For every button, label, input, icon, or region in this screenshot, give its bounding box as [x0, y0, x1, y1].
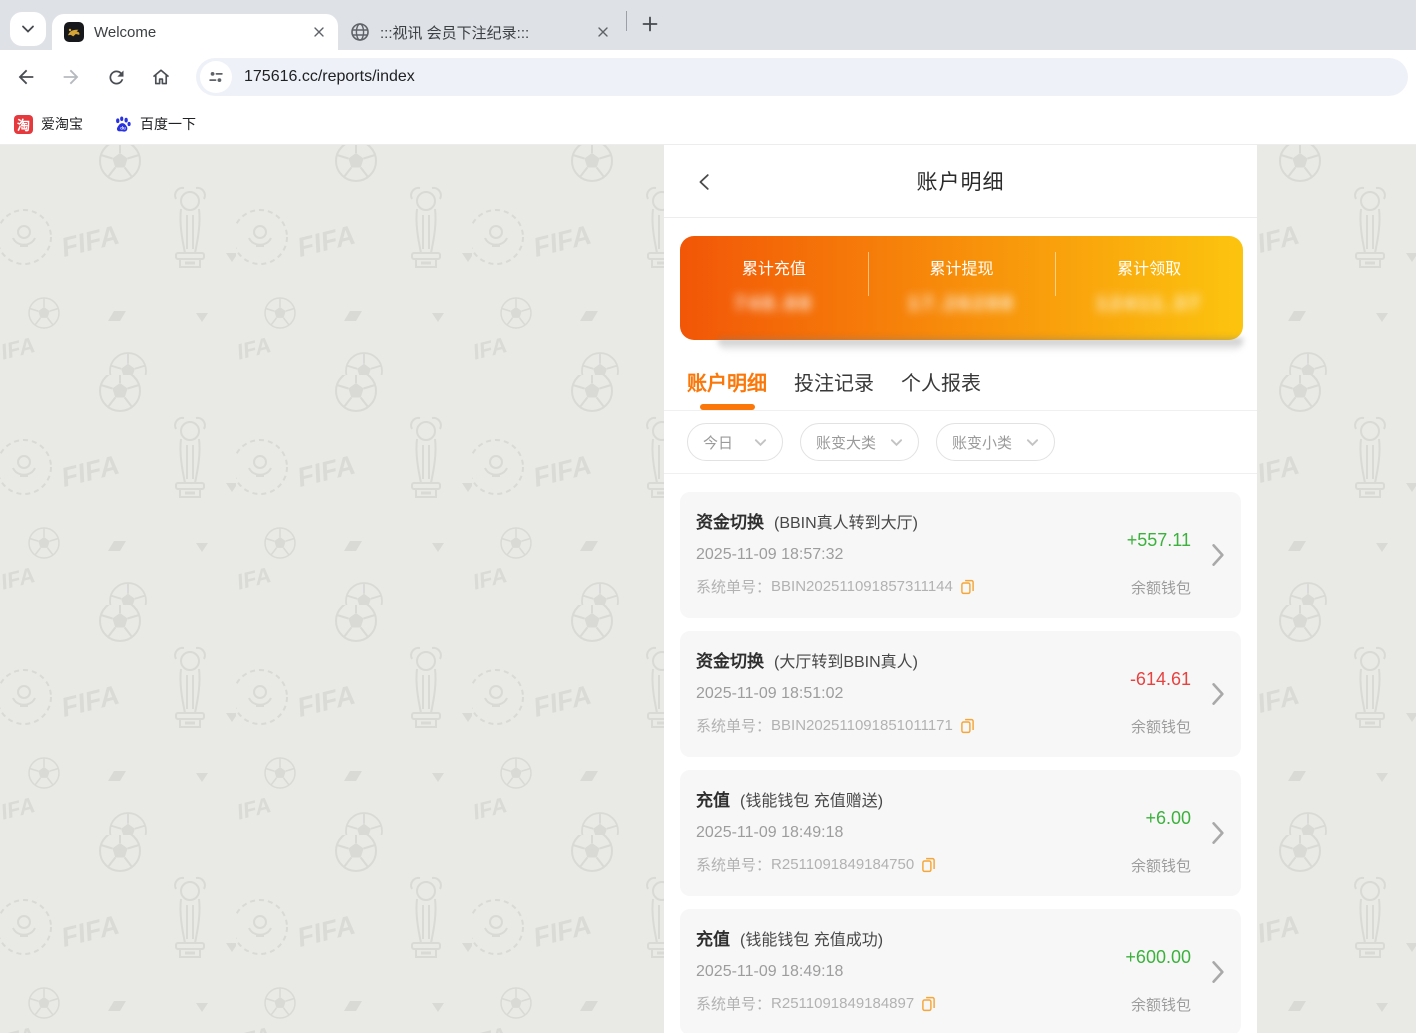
- back-button-panel[interactable]: [692, 169, 718, 195]
- chevron-right-icon: [1211, 542, 1225, 568]
- tab-bet-records[interactable]: 投注记录: [794, 367, 874, 410]
- copy-icon[interactable]: [960, 718, 975, 734]
- chevron-down-icon: [1026, 438, 1039, 447]
- page-stage: FIFA: [0, 145, 1416, 1033]
- home-icon: [150, 66, 172, 88]
- order-number: BBIN202511091851011171: [771, 717, 953, 734]
- filter-major-category-dropdown[interactable]: 账变大类: [800, 423, 919, 461]
- bookmarks-bar: 淘 爱淘宝 du 百度一下: [0, 104, 1416, 145]
- globe-icon: [350, 22, 370, 42]
- plus-icon: [642, 16, 658, 32]
- record-detail: (钱能钱包 充值赠送): [740, 793, 883, 810]
- baidu-paw-icon: du: [113, 115, 132, 134]
- site-favicon-gold-emblem: [64, 22, 84, 42]
- summary-card: 累计充值 748.88 累计提现 17.26288 累计领取 12411.37: [680, 236, 1243, 340]
- filter-date-dropdown[interactable]: 今日: [687, 423, 783, 461]
- panel-header: 账户明细: [664, 145, 1257, 218]
- tab-title: :::视讯 会员下注纪录:::: [380, 22, 584, 43]
- chevron-down-icon: [21, 22, 35, 36]
- page-title: 账户明细: [917, 166, 1005, 196]
- tab-welcome[interactable]: Welcome: [52, 14, 338, 50]
- order-label: 系统单号：: [696, 576, 771, 597]
- order-label: 系统单号：: [696, 993, 771, 1014]
- record-detail: (大厅转到BBIN真人): [774, 654, 918, 671]
- record-type: 充值: [696, 930, 730, 949]
- close-tab-icon[interactable]: [594, 23, 612, 41]
- tab-account-detail[interactable]: 账户明细: [687, 367, 767, 410]
- browser-chrome: Welcome :::视讯 会员下注纪录:::: [0, 0, 1416, 145]
- site-settings-icon[interactable]: [200, 61, 232, 93]
- tab-separator: [626, 11, 627, 31]
- record-amount: +600.00: [1125, 947, 1191, 968]
- home-button[interactable]: [141, 57, 181, 97]
- summary-total-deposit: 累计充值 748.88: [680, 236, 868, 340]
- order-label: 系统单号：: [696, 854, 771, 875]
- tab-betting-records[interactable]: :::视讯 会员下注纪录:::: [338, 14, 622, 50]
- masked-value: 17.26288: [908, 293, 1015, 316]
- chevron-right-icon: [1211, 959, 1225, 985]
- record-type: 资金切换: [696, 652, 764, 671]
- record-amount: +557.11: [1127, 530, 1191, 551]
- record-type: 充值: [696, 791, 730, 810]
- record-wallet: 余额钱包: [1125, 994, 1191, 1015]
- masked-value: 12411.37: [1096, 293, 1202, 316]
- record-wallet: 余额钱包: [1131, 855, 1191, 876]
- order-number: R2511091849184750: [771, 856, 914, 873]
- chevron-right-icon: [1211, 820, 1225, 846]
- section-tabs: 账户明细 投注记录 个人报表: [664, 351, 1257, 410]
- chevron-down-icon: [754, 438, 767, 447]
- summary-total-claimed: 累计领取 12411.37: [1055, 236, 1243, 340]
- record-type: 资金切换: [696, 513, 764, 532]
- back-arrow-icon: [15, 66, 37, 88]
- tab-search-button[interactable]: [10, 12, 46, 46]
- record-detail: (BBIN真人转到大厅): [774, 515, 918, 532]
- copy-icon[interactable]: [960, 579, 975, 595]
- transaction-item[interactable]: 资金切换(BBIN真人转到大厅) 2025-11-09 18:57:32 系统单…: [680, 492, 1241, 618]
- reload-button[interactable]: [96, 57, 136, 97]
- reload-icon: [106, 67, 127, 88]
- account-detail-panel: 账户明细 累计充值 748.88 累计提现 17.26288 累计领取 1241…: [664, 145, 1257, 1033]
- bookmark-taobao[interactable]: 淘 爱淘宝: [14, 114, 83, 134]
- transaction-item[interactable]: 充值(钱能钱包 充值成功) 2025-11-09 18:49:18 系统单号：R…: [680, 909, 1241, 1033]
- filter-minor-category-dropdown[interactable]: 账变小类: [936, 423, 1055, 461]
- masked-value: 748.88: [734, 293, 813, 316]
- bookmark-baidu[interactable]: du 百度一下: [113, 114, 196, 134]
- taobao-icon: 淘: [14, 115, 33, 134]
- copy-icon[interactable]: [921, 857, 936, 873]
- order-number: BBIN202511091857311144: [771, 578, 953, 595]
- close-tab-icon[interactable]: [310, 23, 328, 41]
- record-amount: +6.00: [1131, 808, 1191, 829]
- tab-title: Welcome: [94, 24, 300, 41]
- record-wallet: 余额钱包: [1127, 577, 1191, 598]
- svg-text:du: du: [120, 125, 126, 130]
- active-tab-underline: [700, 404, 755, 410]
- transaction-list: 资金切换(BBIN真人转到大厅) 2025-11-09 18:57:32 系统单…: [664, 474, 1257, 1033]
- record-wallet: 余额钱包: [1130, 716, 1191, 737]
- summary-total-withdraw: 累计提现 17.26288: [868, 236, 1056, 340]
- tab-personal-report[interactable]: 个人报表: [901, 367, 981, 410]
- tab-strip: Welcome :::视讯 会员下注纪录:::: [0, 0, 1416, 50]
- copy-icon[interactable]: [921, 996, 936, 1012]
- chevron-down-icon: [890, 438, 903, 447]
- filter-row: 今日 账变大类 账变小类: [664, 411, 1257, 473]
- chevron-right-icon: [1211, 681, 1225, 707]
- forward-arrow-icon: [60, 66, 82, 88]
- back-button[interactable]: [6, 57, 46, 97]
- order-number: R2511091849184897: [771, 995, 914, 1012]
- browser-toolbar: 175616.cc/reports/index: [0, 50, 1416, 104]
- transaction-item[interactable]: 充值(钱能钱包 充值赠送) 2025-11-09 18:49:18 系统单号：R…: [680, 770, 1241, 896]
- record-detail: (钱能钱包 充值成功): [740, 932, 883, 949]
- chevron-left-icon: [694, 171, 716, 193]
- record-amount: -614.61: [1130, 669, 1191, 690]
- new-tab-button[interactable]: [635, 9, 665, 39]
- summary-card-shadow: [718, 338, 1243, 351]
- url-text: 175616.cc/reports/index: [244, 68, 415, 86]
- forward-button[interactable]: [51, 57, 91, 97]
- transaction-item[interactable]: 资金切换(大厅转到BBIN真人) 2025-11-09 18:51:02 系统单…: [680, 631, 1241, 757]
- order-label: 系统单号：: [696, 715, 771, 736]
- address-bar[interactable]: 175616.cc/reports/index: [196, 58, 1408, 96]
